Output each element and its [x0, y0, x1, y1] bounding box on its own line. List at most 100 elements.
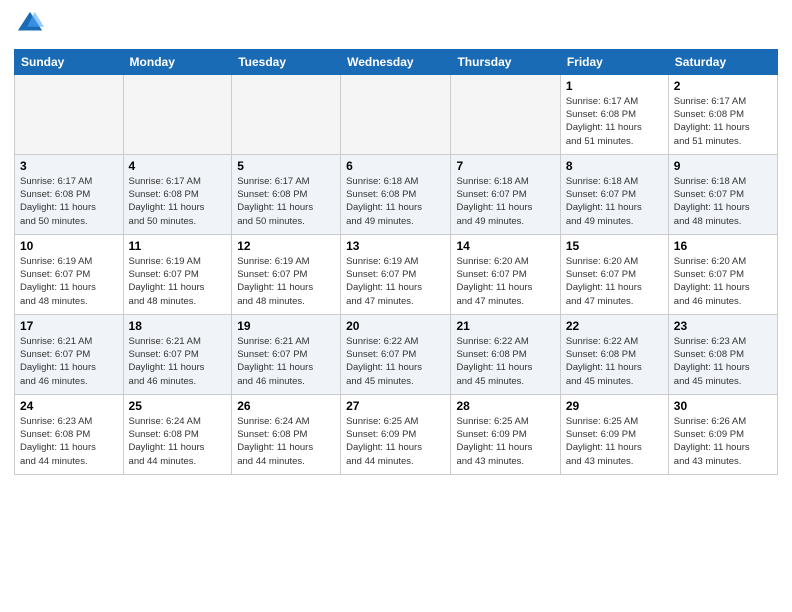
- day-number: 2: [674, 79, 772, 93]
- day-number: 16: [674, 239, 772, 253]
- day-number: 1: [566, 79, 663, 93]
- day-cell: 27 Sunrise: 6:25 AM Sunset: 6:09 PM Dayli…: [341, 394, 451, 474]
- day-number: 30: [674, 399, 772, 413]
- day-number: 20: [346, 319, 445, 333]
- header: [14, 10, 778, 43]
- day-cell: 26 Sunrise: 6:24 AM Sunset: 6:08 PM Dayli…: [232, 394, 341, 474]
- day-number: 24: [20, 399, 118, 413]
- day-number: 25: [129, 399, 227, 413]
- day-info: Sunrise: 6:24 AM Sunset: 6:08 PM Dayligh…: [129, 415, 227, 468]
- day-number: 5: [237, 159, 335, 173]
- day-info: Sunrise: 6:21 AM Sunset: 6:07 PM Dayligh…: [20, 335, 118, 388]
- day-info: Sunrise: 6:18 AM Sunset: 6:07 PM Dayligh…: [456, 175, 554, 228]
- day-info: Sunrise: 6:22 AM Sunset: 6:08 PM Dayligh…: [566, 335, 663, 388]
- day-cell: 17 Sunrise: 6:21 AM Sunset: 6:07 PM Dayli…: [15, 314, 124, 394]
- day-info: Sunrise: 6:20 AM Sunset: 6:07 PM Dayligh…: [456, 255, 554, 308]
- day-info: Sunrise: 6:25 AM Sunset: 6:09 PM Dayligh…: [346, 415, 445, 468]
- logo-text: [14, 10, 44, 43]
- day-cell: 11Sunrise: 6:19 AM Sunset: 6:07 PM Dayli…: [123, 234, 232, 314]
- day-number: 22: [566, 319, 663, 333]
- day-info: Sunrise: 6:20 AM Sunset: 6:07 PM Dayligh…: [674, 255, 772, 308]
- day-info: Sunrise: 6:19 AM Sunset: 6:07 PM Dayligh…: [129, 255, 227, 308]
- calendar-header: SundayMondayTuesdayWednesdayThursdayFrid…: [15, 49, 778, 74]
- day-number: 4: [129, 159, 227, 173]
- day-cell: [232, 74, 341, 154]
- day-info: Sunrise: 6:19 AM Sunset: 6:07 PM Dayligh…: [20, 255, 118, 308]
- day-cell: 25 Sunrise: 6:24 AM Sunset: 6:08 PM Dayli…: [123, 394, 232, 474]
- day-cell: 28 Sunrise: 6:25 AM Sunset: 6:09 PM Dayli…: [451, 394, 560, 474]
- day-info: Sunrise: 6:25 AM Sunset: 6:09 PM Dayligh…: [456, 415, 554, 468]
- day-cell: 3Sunrise: 6:17 AM Sunset: 6:08 PM Daylig…: [15, 154, 124, 234]
- day-info: Sunrise: 6:21 AM Sunset: 6:07 PM Dayligh…: [237, 335, 335, 388]
- day-info: Sunrise: 6:17 AM Sunset: 6:08 PM Dayligh…: [237, 175, 335, 228]
- logo-icon: [16, 10, 44, 38]
- day-number: 3: [20, 159, 118, 173]
- week-row-3: 17 Sunrise: 6:21 AM Sunset: 6:07 PM Dayli…: [15, 314, 778, 394]
- day-info: Sunrise: 6:17 AM Sunset: 6:08 PM Dayligh…: [674, 95, 772, 148]
- day-number: 29: [566, 399, 663, 413]
- day-cell: [451, 74, 560, 154]
- day-cell: 8 Sunrise: 6:18 AM Sunset: 6:07 PM Daylig…: [560, 154, 668, 234]
- day-cell: 16 Sunrise: 6:20 AM Sunset: 6:07 PM Dayli…: [668, 234, 777, 314]
- header-monday: Monday: [123, 49, 232, 74]
- day-number: 27: [346, 399, 445, 413]
- header-sunday: Sunday: [15, 49, 124, 74]
- day-number: 26: [237, 399, 335, 413]
- day-cell: 24 Sunrise: 6:23 AM Sunset: 6:08 PM Dayli…: [15, 394, 124, 474]
- day-info: Sunrise: 6:20 AM Sunset: 6:07 PM Dayligh…: [566, 255, 663, 308]
- day-info: Sunrise: 6:19 AM Sunset: 6:07 PM Dayligh…: [237, 255, 335, 308]
- logo: [14, 10, 44, 43]
- day-cell: 2 Sunrise: 6:17 AM Sunset: 6:08 PM Daylig…: [668, 74, 777, 154]
- day-cell: 30 Sunrise: 6:26 AM Sunset: 6:09 PM Dayli…: [668, 394, 777, 474]
- day-cell: 22 Sunrise: 6:22 AM Sunset: 6:08 PM Dayli…: [560, 314, 668, 394]
- week-row-4: 24 Sunrise: 6:23 AM Sunset: 6:08 PM Dayli…: [15, 394, 778, 474]
- day-number: 19: [237, 319, 335, 333]
- header-row: SundayMondayTuesdayWednesdayThursdayFrid…: [15, 49, 778, 74]
- day-number: 9: [674, 159, 772, 173]
- page: SundayMondayTuesdayWednesdayThursdayFrid…: [0, 0, 792, 612]
- day-number: 6: [346, 159, 445, 173]
- day-cell: 29 Sunrise: 6:25 AM Sunset: 6:09 PM Dayli…: [560, 394, 668, 474]
- week-row-1: 3 Sunrise: 6:17 AM Sunset: 6:08 PM Daylig…: [15, 154, 778, 234]
- day-cell: 15Sunrise: 6:20 AM Sunset: 6:07 PM Dayli…: [560, 234, 668, 314]
- day-info: Sunrise: 6:18 AM Sunset: 6:07 PM Dayligh…: [566, 175, 663, 228]
- day-cell: [15, 74, 124, 154]
- day-cell: 18Sunrise: 6:21 AM Sunset: 6:07 PM Dayli…: [123, 314, 232, 394]
- day-number: 13: [346, 239, 445, 253]
- day-info: Sunrise: 6:21 AM Sunset: 6:07 PM Dayligh…: [129, 335, 227, 388]
- day-cell: 14 Sunrise: 6:20 AM Sunset: 6:07 PM Dayli…: [451, 234, 560, 314]
- day-info: Sunrise: 6:19 AM Sunset: 6:07 PM Dayligh…: [346, 255, 445, 308]
- calendar-table: SundayMondayTuesdayWednesdayThursdayFrid…: [14, 49, 778, 475]
- day-number: 10: [20, 239, 118, 253]
- day-number: 8: [566, 159, 663, 173]
- day-info: Sunrise: 6:23 AM Sunset: 6:08 PM Dayligh…: [674, 335, 772, 388]
- day-cell: 1 Sunrise: 6:17 AM Sunset: 6:08 PM Daylig…: [560, 74, 668, 154]
- day-cell: 4 Sunrise: 6:17 AM Sunset: 6:08 PM Daylig…: [123, 154, 232, 234]
- day-info: Sunrise: 6:18 AM Sunset: 6:07 PM Dayligh…: [674, 175, 772, 228]
- day-cell: 23 Sunrise: 6:23 AM Sunset: 6:08 PM Dayli…: [668, 314, 777, 394]
- day-number: 14: [456, 239, 554, 253]
- day-info: Sunrise: 6:22 AM Sunset: 6:07 PM Dayligh…: [346, 335, 445, 388]
- day-number: 28: [456, 399, 554, 413]
- header-friday: Friday: [560, 49, 668, 74]
- day-number: 23: [674, 319, 772, 333]
- day-info: Sunrise: 6:23 AM Sunset: 6:08 PM Dayligh…: [20, 415, 118, 468]
- day-cell: 10 Sunrise: 6:19 AM Sunset: 6:07 PM Dayli…: [15, 234, 124, 314]
- header-tuesday: Tuesday: [232, 49, 341, 74]
- day-number: 17: [20, 319, 118, 333]
- header-thursday: Thursday: [451, 49, 560, 74]
- day-info: Sunrise: 6:18 AM Sunset: 6:08 PM Dayligh…: [346, 175, 445, 228]
- week-row-0: 1 Sunrise: 6:17 AM Sunset: 6:08 PM Daylig…: [15, 74, 778, 154]
- day-info: Sunrise: 6:17 AM Sunset: 6:08 PM Dayligh…: [129, 175, 227, 228]
- day-info: Sunrise: 6:24 AM Sunset: 6:08 PM Dayligh…: [237, 415, 335, 468]
- day-number: 12: [237, 239, 335, 253]
- day-number: 21: [456, 319, 554, 333]
- day-cell: 21 Sunrise: 6:22 AM Sunset: 6:08 PM Dayli…: [451, 314, 560, 394]
- day-info: Sunrise: 6:25 AM Sunset: 6:09 PM Dayligh…: [566, 415, 663, 468]
- day-cell: [123, 74, 232, 154]
- day-info: Sunrise: 6:17 AM Sunset: 6:08 PM Dayligh…: [566, 95, 663, 148]
- day-cell: 5 Sunrise: 6:17 AM Sunset: 6:08 PM Daylig…: [232, 154, 341, 234]
- day-info: Sunrise: 6:22 AM Sunset: 6:08 PM Dayligh…: [456, 335, 554, 388]
- day-cell: 20 Sunrise: 6:22 AM Sunset: 6:07 PM Dayli…: [341, 314, 451, 394]
- day-info: Sunrise: 6:26 AM Sunset: 6:09 PM Dayligh…: [674, 415, 772, 468]
